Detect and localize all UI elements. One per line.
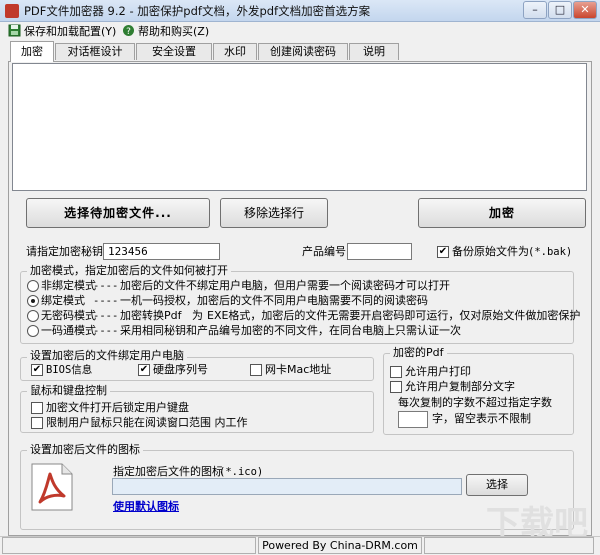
mode-radio-bound[interactable] xyxy=(27,295,39,307)
svg-text:?: ? xyxy=(126,27,131,37)
disk-serial-checkbox[interactable]: ✔ xyxy=(138,364,150,376)
allow-print-label: 允许用户打印 xyxy=(405,365,471,378)
disk-serial-label: 硬盘序列号 xyxy=(153,363,208,376)
mode-name: 非绑定模式 xyxy=(41,279,96,292)
key-label: 请指定加密秘钥 xyxy=(26,245,103,258)
mode-name: 一码通模式 xyxy=(41,324,96,337)
mode-desc: 一机一码授权，加密后的文件不同用户电脑需要不同的阅读密码 xyxy=(120,294,428,307)
tab-encrypt[interactable]: 加密 xyxy=(10,41,54,62)
app-pdf-icon xyxy=(5,4,19,18)
icon-group-title: 设置加密后文件的图标 xyxy=(27,443,143,456)
mode-sep: ---- xyxy=(93,280,119,292)
mode-sep: ---- xyxy=(93,295,119,307)
tab-instructions[interactable]: 说明 xyxy=(349,43,399,60)
save-config-icon xyxy=(8,24,21,37)
tab-security-settings[interactable]: 安全设置 xyxy=(136,43,212,60)
tab-dialog-design[interactable]: 对话框设计 xyxy=(55,43,135,60)
file-list[interactable] xyxy=(12,63,587,191)
bios-checkbox[interactable]: ✔ xyxy=(31,364,43,376)
restrict-mouse-label: 限制用户鼠标只能在阅读窗口范围 内工作 xyxy=(46,416,248,429)
key-input[interactable]: 123456 xyxy=(103,243,220,260)
max-chars-label: 每次复制的字数不超过指定字数 xyxy=(398,396,552,409)
max-chars-input[interactable] xyxy=(398,411,428,428)
tab-create-read-password[interactable]: 创建阅读密码 xyxy=(258,43,348,60)
allow-copy-checkbox[interactable] xyxy=(390,381,402,393)
minimize-button[interactable]: – xyxy=(523,1,547,19)
menu-help-buy[interactable]: 帮助和购买(Z) xyxy=(138,24,209,39)
mode-radio-nopassword[interactable] xyxy=(27,310,39,322)
maximize-button[interactable]: □ xyxy=(548,1,572,19)
mode-desc: 为 xyxy=(192,309,203,322)
close-button[interactable]: ✕ xyxy=(573,1,597,19)
choose-icon-button[interactable]: 选择 xyxy=(466,474,528,496)
window-title: PDF文件加密器 9.2 - 加密保护pdf文档，外发pdf文档加密首选方案 xyxy=(24,4,371,18)
tab-watermark[interactable]: 水印 xyxy=(213,43,257,60)
bind-group-title: 设置加密后的文件绑定用户电脑 xyxy=(27,349,187,362)
mode-desc: EXE格式，加密后的文件无需要开启密码即可运行，仅对原始文件做加密保护 xyxy=(207,309,581,322)
menu-save-load-config[interactable]: 保存和加载配置(Y) xyxy=(24,24,116,39)
status-cell-left xyxy=(2,537,256,554)
mode-radio-unbound[interactable] xyxy=(27,280,39,292)
pdf-group-title: 加密的Pdf xyxy=(390,346,447,359)
mode-desc: 加密转换Pdf xyxy=(120,309,182,322)
icon-path-input[interactable] xyxy=(112,478,462,495)
encrypt-button[interactable]: 加密 xyxy=(418,198,586,228)
lock-keyboard-checkbox[interactable] xyxy=(31,402,43,414)
status-cell-right xyxy=(424,537,594,554)
use-default-icon-link[interactable]: 使用默认图标 xyxy=(113,500,179,514)
product-label: 产品编号 xyxy=(302,245,346,258)
mode-group-title: 加密模式，指定加密后的文件如何被打开 xyxy=(27,264,231,277)
mac-checkbox[interactable] xyxy=(250,364,262,376)
backup-checkbox[interactable]: ✔ xyxy=(437,246,449,258)
bios-label: BIOS信息 xyxy=(46,364,93,376)
mode-radio-onecode[interactable] xyxy=(27,325,39,337)
backup-label: 备份原始文件为 xyxy=(452,245,529,258)
remove-selected-button[interactable]: 移除选择行 xyxy=(220,198,328,228)
max-chars-suffix: 字，留空表示不限制 xyxy=(432,412,531,425)
mode-sep: ---- xyxy=(93,310,119,322)
mode-name: 无密码模式 xyxy=(41,309,96,322)
mode-desc: 加密后的文件不绑定用户电脑，但用户需要一个阅读密码才可以打开 xyxy=(120,279,450,292)
icon-path-label: 指定加密后文件的图标 xyxy=(113,465,223,478)
backup-ext: (*.bak) xyxy=(528,246,573,258)
allow-copy-label: 允许用户复制部分文字 xyxy=(405,380,515,393)
mac-label: 网卡Mac地址 xyxy=(265,363,332,376)
product-input[interactable] xyxy=(347,243,412,260)
select-files-button[interactable]: 选择待加密文件... xyxy=(26,198,210,228)
mouse-keyboard-group-title: 鼠标和键盘控制 xyxy=(27,384,110,397)
pdf-file-icon xyxy=(31,463,73,511)
help-buy-icon: ? xyxy=(123,25,134,37)
mode-name: 绑定模式 xyxy=(41,294,85,307)
restrict-mouse-checkbox[interactable] xyxy=(31,417,43,429)
lock-keyboard-label: 加密文件打开后锁定用户键盘 xyxy=(46,401,189,414)
allow-print-checkbox[interactable] xyxy=(390,366,402,378)
status-powered-by: Powered By China-DRM.com xyxy=(258,537,422,554)
mode-sep: ---- xyxy=(93,325,119,337)
icon-path-ext: (*.ico) xyxy=(219,466,264,478)
mode-desc: 采用相同秘钥和产品编号加密的不同文件，在同台电脑上只需认证一次 xyxy=(120,324,461,337)
